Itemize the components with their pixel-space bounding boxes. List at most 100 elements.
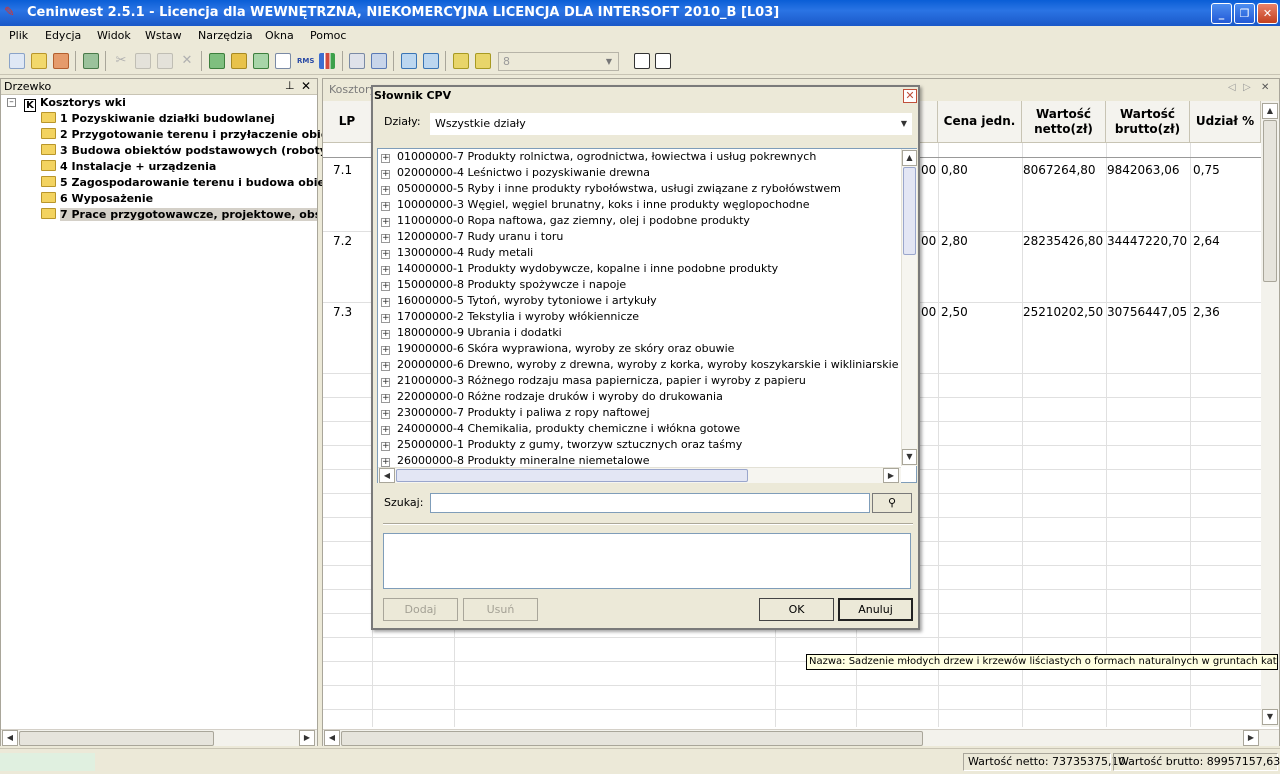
menu-narzedzia[interactable]: Narzędzia bbox=[198, 29, 253, 42]
cpv-item[interactable]: +26000000-8 Produkty mineralne niemetalo… bbox=[381, 453, 650, 467]
scroll-thumb[interactable] bbox=[341, 731, 923, 746]
col-brutto[interactable]: Wartość brutto(zł) bbox=[1106, 101, 1190, 143]
expand-icon[interactable]: + bbox=[381, 426, 390, 435]
table-icon[interactable] bbox=[349, 53, 365, 69]
expand-icon[interactable]: + bbox=[381, 458, 390, 467]
cell-cena[interactable]: 0,80 bbox=[941, 163, 968, 177]
pin-icon[interactable]: ⊥ bbox=[285, 79, 295, 92]
close-window-button[interactable]: ✕ bbox=[1257, 3, 1278, 24]
cell-partial[interactable]: 00 bbox=[921, 234, 936, 248]
menu-wstaw[interactable]: Wstaw bbox=[145, 29, 182, 42]
expand-icon[interactable]: + bbox=[381, 378, 390, 387]
expand-icon[interactable]: + bbox=[381, 330, 390, 339]
cpv-item[interactable]: +24000000-4 Chemikalia, produkty chemicz… bbox=[381, 421, 740, 437]
scroll-down-icon[interactable]: ▼ bbox=[1262, 709, 1278, 725]
add-item-icon[interactable] bbox=[209, 53, 225, 69]
cell-netto[interactable]: 25210202,50 bbox=[1023, 305, 1103, 319]
tree-item[interactable]: 3 Budowa obiektów podstawowych (roboty b… bbox=[41, 143, 347, 159]
cut-icon[interactable]: ✂ bbox=[113, 53, 129, 69]
scroll-up-icon[interactable]: ▲ bbox=[1262, 103, 1278, 119]
copy-icon[interactable] bbox=[135, 53, 151, 69]
expand-icon[interactable]: + bbox=[381, 442, 390, 451]
close-icon[interactable]: ✕ bbox=[903, 89, 917, 103]
add-button[interactable]: Dodaj bbox=[383, 598, 458, 621]
cell-netto[interactable]: 28235426,80 bbox=[1023, 234, 1103, 248]
tab-kosztorys[interactable]: Kosztory bbox=[329, 83, 376, 96]
col-lp[interactable]: LP bbox=[323, 101, 372, 143]
cpv-item[interactable]: +02000000-4 Leśnictwo i pozyskiwanie dre… bbox=[381, 165, 650, 181]
cell-netto[interactable]: 8067264,80 bbox=[1023, 163, 1096, 177]
level-combo[interactable]: 8 ▼ bbox=[498, 52, 619, 71]
expand-icon[interactable]: + bbox=[381, 410, 390, 419]
search-input[interactable] bbox=[430, 493, 870, 513]
collapse-icon[interactable]: – bbox=[7, 98, 16, 107]
expand-icon[interactable]: + bbox=[381, 362, 390, 371]
expand-icon[interactable]: + bbox=[381, 266, 390, 275]
add-folder-icon[interactable] bbox=[231, 53, 247, 69]
expand-icon[interactable]: + bbox=[381, 394, 390, 403]
document-icon[interactable] bbox=[275, 53, 291, 69]
expand-icon[interactable]: + bbox=[381, 170, 390, 179]
cell-udzial[interactable]: 2,36 bbox=[1193, 305, 1220, 319]
col-cena[interactable]: Cena jedn. bbox=[938, 101, 1022, 143]
tree-item[interactable]: 4 Instalacje + urządzenia bbox=[41, 159, 216, 175]
cpv-item[interactable]: +14000000-1 Produkty wydobywcze, kopalne… bbox=[381, 261, 778, 277]
scroll-right-icon[interactable]: ▶ bbox=[299, 730, 315, 746]
menu-widok[interactable]: Widok bbox=[97, 29, 131, 42]
cpv-item[interactable]: +10000000-3 Węgiel, węgiel brunatny, kok… bbox=[381, 197, 810, 213]
scroll-left-icon[interactable]: ◀ bbox=[379, 468, 395, 483]
cpv-item[interactable]: +23000000-7 Produkty i paliwa z ropy naf… bbox=[381, 405, 650, 421]
tree-root[interactable]: K Kosztorys wki bbox=[24, 95, 126, 112]
tab-prev-icon[interactable]: ◁ bbox=[1228, 82, 1236, 93]
cell-udzial[interactable]: 2,64 bbox=[1193, 234, 1220, 248]
cell-partial[interactable]: 00 bbox=[921, 305, 936, 319]
cpv-item[interactable]: +15000000-8 Produkty spożywcze i napoje bbox=[381, 277, 626, 293]
print-icon[interactable] bbox=[83, 53, 99, 69]
dzialy-select[interactable]: Wszystkie działy ▼ bbox=[430, 113, 912, 135]
expand-icon[interactable]: + bbox=[381, 218, 390, 227]
expand-icon[interactable]: + bbox=[381, 154, 390, 163]
cpv-item[interactable]: +13000000-4 Rudy metali bbox=[381, 245, 533, 261]
menu-okna[interactable]: Okna bbox=[265, 29, 294, 42]
scroll-thumb[interactable] bbox=[396, 469, 748, 482]
paste-icon[interactable] bbox=[157, 53, 173, 69]
new-icon[interactable] bbox=[9, 53, 25, 69]
cpv-item[interactable]: +01000000-7 Produkty rolnictwa, ogrodnic… bbox=[381, 149, 816, 165]
save-icon[interactable] bbox=[53, 53, 69, 69]
cell-brutto[interactable]: 30756447,05 bbox=[1107, 305, 1187, 319]
scroll-left-icon[interactable]: ◀ bbox=[324, 730, 340, 746]
cpv-item[interactable]: +16000000-5 Tytoń, wyroby tytoniowe i ar… bbox=[381, 293, 657, 309]
rms-icon[interactable]: RMS bbox=[297, 53, 314, 69]
cell-brutto[interactable]: 9842063,06 bbox=[1107, 163, 1180, 177]
ok-button[interactable]: OK bbox=[759, 598, 834, 621]
cell-lp[interactable]: 7.2 bbox=[333, 234, 352, 248]
chart-icon[interactable] bbox=[319, 53, 335, 69]
tree-item[interactable]: 6 Wyposażenie bbox=[41, 191, 153, 207]
chevron-down-icon[interactable]: ▼ bbox=[901, 114, 907, 134]
menu-edycja[interactable]: Edycja bbox=[45, 29, 81, 42]
scroll-right-icon[interactable]: ▶ bbox=[1243, 730, 1259, 746]
tree-item[interactable]: 2 Przygotowanie terenu i przyłaczenie ob… bbox=[41, 127, 341, 143]
scroll-thumb[interactable] bbox=[1263, 120, 1277, 282]
tree-item-selected[interactable]: 7 Prace przygotowawcze, projektowe, obsł… bbox=[41, 207, 317, 223]
sort-asc-icon[interactable] bbox=[401, 53, 417, 69]
description-memo[interactable] bbox=[383, 533, 911, 589]
cell-cena[interactable]: 2,80 bbox=[941, 234, 968, 248]
expand-icon[interactable]: + bbox=[381, 250, 390, 259]
cpv-item[interactable]: +22000000-0 Różne rodzaje druków i wyrob… bbox=[381, 389, 723, 405]
tab-next-icon[interactable]: ▷ bbox=[1243, 82, 1251, 93]
scroll-up-icon[interactable]: ▲ bbox=[902, 150, 917, 166]
menu-plik[interactable]: Plik bbox=[9, 29, 28, 42]
cell-cena[interactable]: 2,50 bbox=[941, 305, 968, 319]
col-udzial[interactable]: Udział % bbox=[1190, 101, 1261, 143]
cpv-item[interactable]: +18000000-9 Ubrania i dodatki bbox=[381, 325, 562, 341]
list-view-icon[interactable] bbox=[634, 53, 650, 69]
cpv-item[interactable]: +19000000-6 Skóra wyprawiona, wyroby ze … bbox=[381, 341, 734, 357]
detail-view-icon[interactable] bbox=[655, 53, 671, 69]
remove-button[interactable]: Usuń bbox=[463, 598, 538, 621]
cpv-item[interactable]: +05000000-5 Ryby i inne produkty rybołów… bbox=[381, 181, 841, 197]
search-button[interactable]: ⚲ bbox=[872, 493, 912, 513]
cpv-item[interactable]: +17000000-2 Tekstylia i wyroby włókienni… bbox=[381, 309, 639, 325]
cell-lp[interactable]: 7.1 bbox=[333, 163, 352, 177]
close-panel-icon[interactable]: ✕ bbox=[301, 79, 311, 93]
